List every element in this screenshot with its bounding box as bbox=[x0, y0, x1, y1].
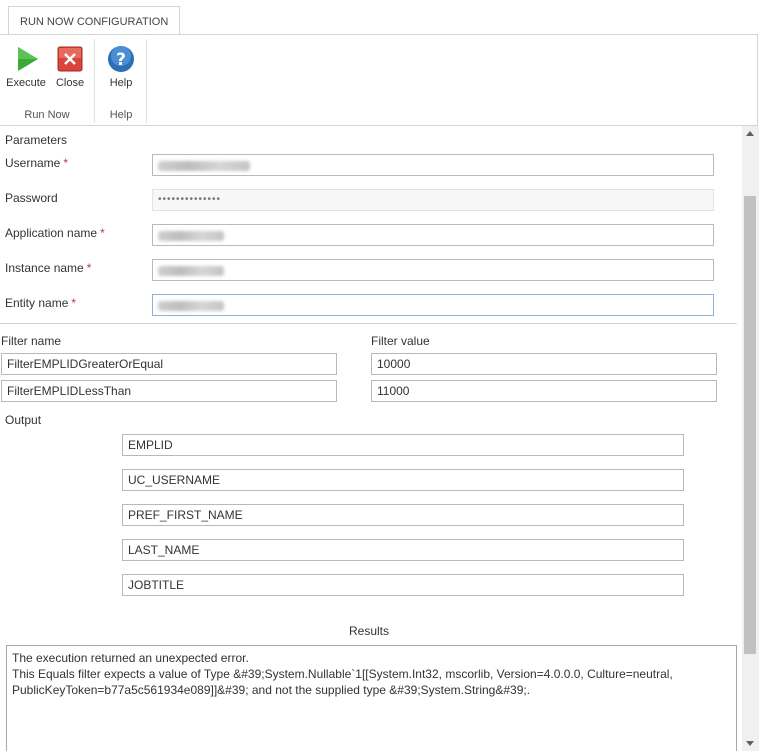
redacted-value bbox=[158, 160, 250, 171]
filter-name-field[interactable]: FilterEMPLIDLessThan bbox=[1, 380, 337, 402]
required-mark: * bbox=[86, 261, 92, 275]
username-label-text: Username bbox=[5, 156, 61, 170]
help-label: Help bbox=[109, 77, 133, 89]
ribbon-group-run-now: Execute Close Run Now bbox=[0, 35, 94, 125]
filter-name-header: Filter name bbox=[1, 334, 62, 348]
close-button[interactable]: Close bbox=[49, 45, 91, 89]
redacted-value bbox=[158, 300, 224, 311]
execute-label: Execute bbox=[6, 77, 46, 89]
ribbon-group-label-run-now: Run Now bbox=[24, 109, 70, 121]
form-content: Parameters Username * Password ••••••••••… bbox=[0, 126, 742, 751]
instance-name-field[interactable] bbox=[152, 259, 714, 281]
username-label: Username * bbox=[5, 156, 68, 170]
instance-name-label-text: Instance name bbox=[5, 261, 84, 275]
filter-value-field[interactable]: 11000 bbox=[371, 380, 717, 402]
scrollbar-thumb[interactable] bbox=[744, 196, 756, 654]
entity-name-label: Entity name * bbox=[5, 296, 76, 310]
vertical-scrollbar[interactable] bbox=[742, 126, 759, 751]
ribbon: Execute Close Run Now ? Help Help bbox=[0, 34, 758, 126]
filter-value-header: Filter value bbox=[371, 334, 430, 348]
password-field[interactable]: •••••••••••••• bbox=[152, 189, 714, 211]
output-field[interactable]: UC_USERNAME bbox=[122, 469, 684, 491]
section-divider bbox=[0, 323, 737, 324]
results-heading: Results bbox=[349, 624, 390, 638]
application-name-field[interactable] bbox=[152, 224, 714, 246]
execute-button[interactable]: Execute bbox=[5, 45, 47, 89]
close-label: Close bbox=[55, 77, 85, 89]
output-field[interactable]: PREF_FIRST_NAME bbox=[122, 504, 684, 526]
help-button[interactable]: ? Help bbox=[100, 45, 142, 89]
parameters-heading: Parameters bbox=[5, 133, 68, 147]
entity-name-label-text: Entity name bbox=[5, 296, 69, 310]
required-mark: * bbox=[100, 226, 105, 240]
close-icon bbox=[57, 46, 83, 72]
instance-name-label: Instance name * bbox=[5, 261, 91, 275]
ribbon-group-help: ? Help Help bbox=[95, 35, 147, 125]
filter-value-field[interactable]: 10000 bbox=[371, 353, 717, 375]
redacted-value bbox=[158, 230, 224, 241]
redacted-value bbox=[158, 265, 224, 276]
svg-text:?: ? bbox=[116, 50, 126, 70]
entity-name-field[interactable] bbox=[152, 294, 714, 316]
ribbon-separator bbox=[146, 39, 147, 123]
required-mark: * bbox=[71, 296, 77, 310]
password-label: Password bbox=[5, 191, 58, 205]
required-mark: * bbox=[63, 156, 69, 170]
tab-bar: RUN NOW CONFIGURATION bbox=[0, 0, 759, 35]
filter-name-field[interactable]: FilterEMPLIDGreaterOrEqual bbox=[1, 353, 337, 375]
tab-run-now-configuration[interactable]: RUN NOW CONFIGURATION bbox=[8, 6, 181, 35]
play-icon bbox=[18, 47, 38, 71]
username-field[interactable] bbox=[152, 154, 714, 176]
application-name-label: Application name * bbox=[5, 226, 105, 240]
scroll-up-arrow-icon[interactable] bbox=[746, 131, 754, 136]
scroll-down-arrow-icon[interactable] bbox=[746, 741, 754, 746]
application-name-label-text: Application name bbox=[5, 226, 98, 240]
output-field[interactable]: LAST_NAME bbox=[122, 539, 684, 561]
results-textarea[interactable]: The execution returned an unexpected err… bbox=[6, 645, 737, 751]
help-icon: ? bbox=[108, 46, 134, 72]
output-heading: Output bbox=[5, 413, 42, 427]
output-field[interactable]: EMPLID bbox=[122, 434, 684, 456]
output-field[interactable]: JOBTITLE bbox=[122, 574, 684, 596]
ribbon-group-label-help: Help bbox=[109, 109, 133, 121]
